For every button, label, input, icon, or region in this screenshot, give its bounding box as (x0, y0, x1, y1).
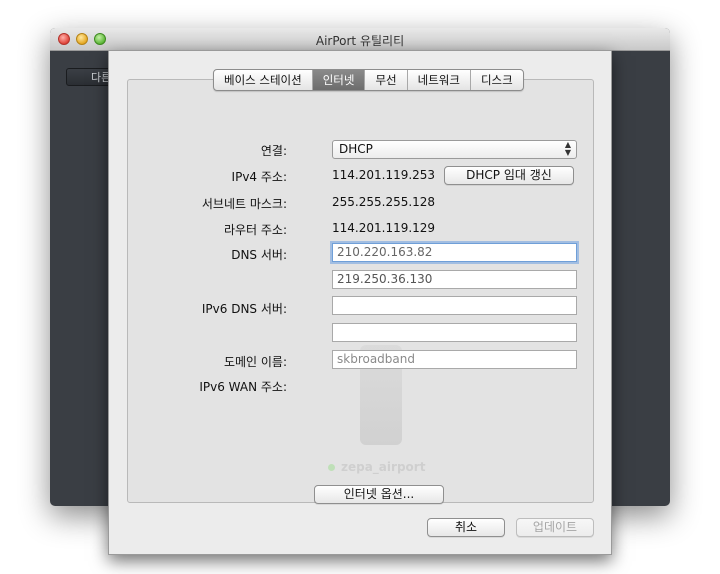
ipv4-label: IPv4 주소: (231, 170, 287, 184)
ipv6-wan-label: IPv6 WAN 주소: (199, 380, 287, 394)
subnet-label: 서브네트 마스크: (201, 197, 287, 211)
dns-label: DNS 서버: (231, 248, 287, 262)
dhcp-renew-button[interactable]: DHCP 임대 갱신 (444, 166, 574, 185)
tab-wireless[interactable]: 무선 (365, 70, 408, 90)
tab-internet[interactable]: 인터넷 (312, 70, 366, 90)
dns-server-1-field[interactable]: 210.220.163.82 (332, 243, 577, 262)
ipv6-dns-label: IPv6 DNS 서버: (201, 302, 287, 316)
cancel-button[interactable]: 취소 (427, 518, 505, 537)
tab-content-box: zepa_airport 연결: DHCP ▲ ▼ IPv4 주소: 114.20… (127, 79, 594, 504)
settings-sheet: zepa_airport 연결: DHCP ▲ ▼ IPv4 주소: 114.20… (108, 50, 612, 555)
connection-popup[interactable]: DHCP ▲ ▼ (332, 140, 577, 159)
status-dot-icon (328, 464, 335, 471)
ipv4-value: 114.201.119.253 (332, 168, 436, 182)
tab-disks[interactable]: 디스크 (471, 70, 523, 90)
router-label: 라우터 주소: (223, 223, 287, 237)
popup-arrows-icon: ▲ ▼ (564, 140, 571, 157)
tab-network[interactable]: 네트워크 (408, 70, 471, 90)
dns-server-2-field[interactable]: 219.250.36.130 (332, 270, 577, 289)
domain-label: 도메인 이름: (223, 355, 287, 369)
subnet-value: 255.255.255.128 (332, 195, 436, 209)
base-station-name: zepa_airport (328, 460, 425, 474)
window-title: AirPort 유틸리티 (315, 34, 405, 48)
ipv6-dns-1-field[interactable] (332, 296, 577, 315)
internet-options-button[interactable]: 인터넷 옵션... (314, 485, 444, 504)
update-button[interactable]: 업데이트 (516, 518, 594, 537)
domain-name-field[interactable]: skbroadband (332, 350, 577, 369)
title-bar: AirPort 유틸리티 (50, 28, 670, 51)
tab-bar: 베이스 스테이션 인터넷 무선 네트워크 디스크 (213, 69, 524, 91)
connection-value: DHCP (339, 142, 373, 156)
router-value: 114.201.119.129 (332, 221, 436, 235)
tab-base-station[interactable]: 베이스 스테이션 (214, 70, 313, 90)
ipv6-dns-2-field[interactable] (332, 323, 577, 342)
connection-label: 연결: (260, 144, 287, 158)
